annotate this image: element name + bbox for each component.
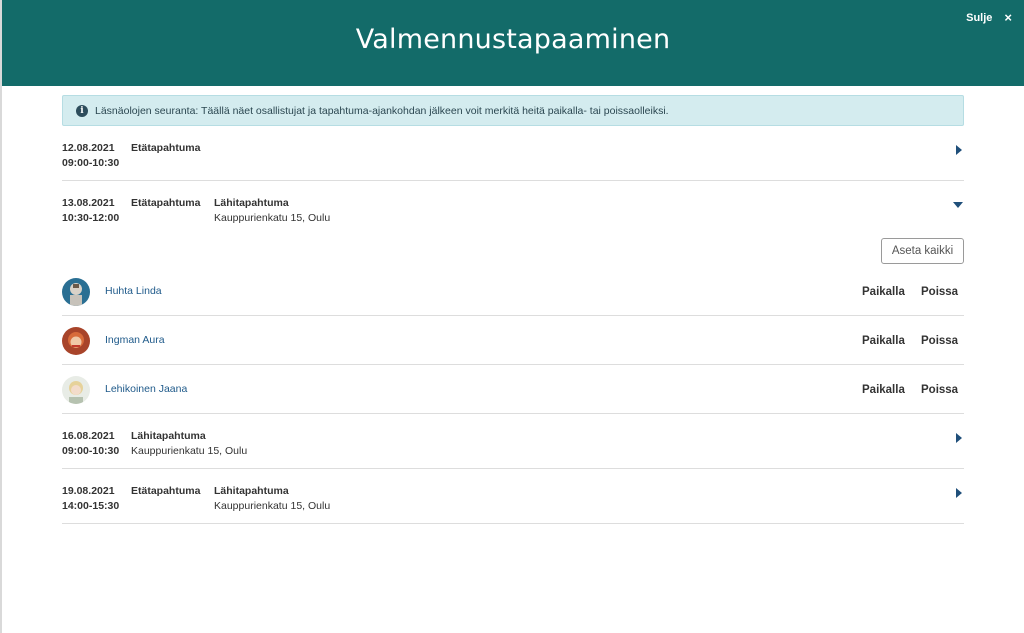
close-icon: × bbox=[1004, 10, 1012, 25]
event-address: Kauppurienkatu 15, Oulu bbox=[131, 445, 248, 457]
present-button[interactable]: Paikalla bbox=[862, 384, 905, 396]
event-address: Kauppurienkatu 15, Oulu bbox=[214, 212, 331, 224]
event-date: 13.08.2021 bbox=[62, 197, 115, 209]
present-button[interactable]: Paikalla bbox=[862, 335, 905, 347]
event-type-secondary: Lähitapahtuma bbox=[214, 197, 289, 209]
present-button[interactable]: Paikalla bbox=[862, 286, 905, 298]
participant-name[interactable]: Lehikoinen Jaana bbox=[105, 383, 187, 395]
event-time: 09:00-10:30 bbox=[62, 445, 120, 457]
expand-caret-icon[interactable] bbox=[956, 488, 962, 498]
participant-row: Ingman Aura Paikalla Poissa bbox=[62, 316, 964, 365]
event-time: 10:30-12:00 bbox=[62, 212, 120, 224]
participant-name[interactable]: Huhta Linda bbox=[105, 285, 162, 297]
event-type-location: Lähitapahtuma Kauppurienkatu 15, Oulu bbox=[131, 429, 247, 459]
participant-row: Lehikoinen Jaana Paikalla Poissa bbox=[62, 365, 964, 414]
info-text: Läsnäolojen seuranta: Täällä näet osalli… bbox=[95, 104, 669, 117]
avatar bbox=[62, 376, 90, 404]
event-datetime: 13.08.2021 10:30-12:00 bbox=[62, 196, 119, 226]
event-date: 16.08.2021 bbox=[62, 430, 115, 442]
event-row[interactable]: 16.08.2021 09:00-10:30 Lähitapahtuma Kau… bbox=[62, 429, 964, 469]
avatar bbox=[62, 327, 90, 355]
collapse-caret-icon[interactable] bbox=[953, 202, 963, 208]
absent-button[interactable]: Poissa bbox=[921, 335, 958, 347]
set-all-button[interactable]: Aseta kaikki bbox=[881, 238, 964, 264]
expand-caret-icon[interactable] bbox=[956, 433, 962, 443]
expand-caret-icon[interactable] bbox=[956, 145, 962, 155]
event-type-location: Lähitapahtuma Kauppurienkatu 15, Oulu bbox=[214, 196, 330, 226]
close-label: Sulje bbox=[966, 11, 993, 24]
modal-title: Valmennustapaaminen bbox=[355, 24, 671, 55]
event-row[interactable]: 19.08.2021 14:00-15:30 Etätapahtuma Lähi… bbox=[62, 484, 964, 524]
event-time: 09:00-10:30 bbox=[62, 157, 120, 169]
absent-button[interactable]: Poissa bbox=[921, 286, 958, 298]
info-icon: i bbox=[76, 104, 88, 117]
event-datetime: 16.08.2021 09:00-10:30 bbox=[62, 429, 119, 459]
participant-row: Huhta Linda Paikalla Poissa bbox=[62, 267, 964, 316]
event-type: Etätapahtuma bbox=[131, 142, 201, 154]
event-type: Etätapahtuma bbox=[131, 197, 201, 209]
event-type: Lähitapahtuma bbox=[131, 430, 206, 442]
event-time: 14:00-15:30 bbox=[62, 500, 120, 512]
event-type-secondary: Lähitapahtuma bbox=[214, 485, 289, 497]
event-type-location: Lähitapahtuma Kauppurienkatu 15, Oulu bbox=[214, 484, 330, 514]
event-date: 12.08.2021 bbox=[62, 142, 115, 154]
event-datetime: 19.08.2021 14:00-15:30 bbox=[62, 484, 119, 514]
modal-header: Valmennustapaaminen Sulje × bbox=[2, 0, 1024, 86]
participant-name[interactable]: Ingman Aura bbox=[105, 334, 165, 346]
info-banner: i Läsnäolojen seuranta: Täällä näet osal… bbox=[62, 95, 964, 126]
event-type: Etätapahtuma bbox=[131, 485, 201, 497]
absent-button[interactable]: Poissa bbox=[921, 384, 958, 396]
event-date: 19.08.2021 bbox=[62, 485, 115, 497]
close-button[interactable]: Sulje × bbox=[966, 11, 1012, 24]
event-datetime: 12.08.2021 09:00-10:30 bbox=[62, 141, 119, 171]
event-address: Kauppurienkatu 15, Oulu bbox=[214, 500, 331, 512]
event-row[interactable]: 12.08.2021 09:00-10:30 Etätapahtuma bbox=[62, 141, 964, 181]
avatar bbox=[62, 278, 90, 306]
left-edge-divider bbox=[0, 0, 2, 633]
